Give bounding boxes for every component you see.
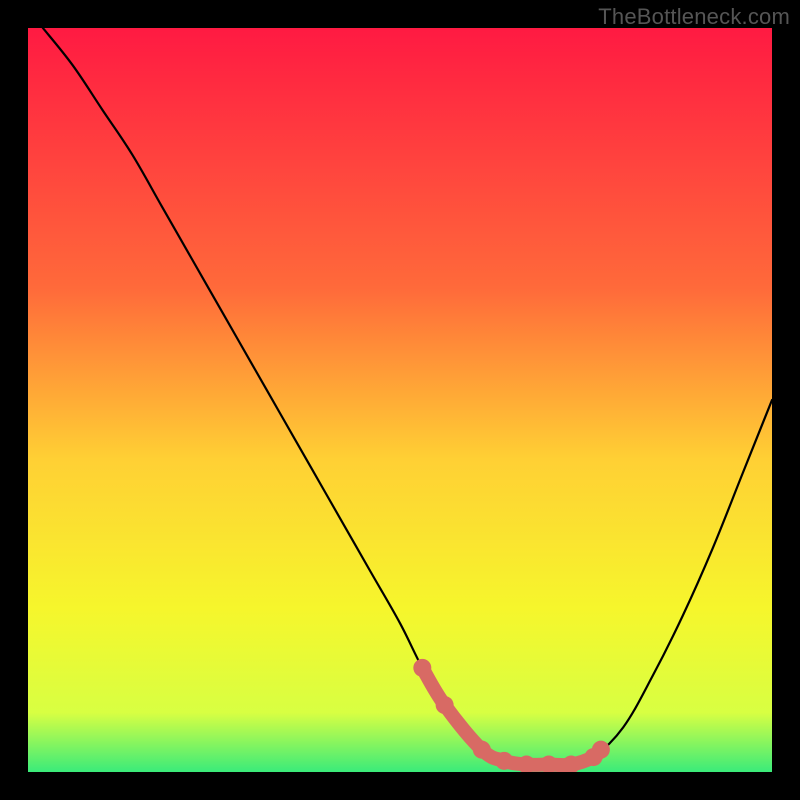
chart-frame: TheBottleneck.com <box>0 0 800 800</box>
highlight-dot <box>473 741 491 759</box>
highlight-dot <box>436 696 454 714</box>
highlight-dot <box>592 741 610 759</box>
attribution-text: TheBottleneck.com <box>598 4 790 30</box>
bottleneck-curve-chart <box>28 28 772 772</box>
plot-area <box>28 28 772 772</box>
highlight-dot <box>413 659 431 677</box>
highlight-dot <box>495 752 513 770</box>
